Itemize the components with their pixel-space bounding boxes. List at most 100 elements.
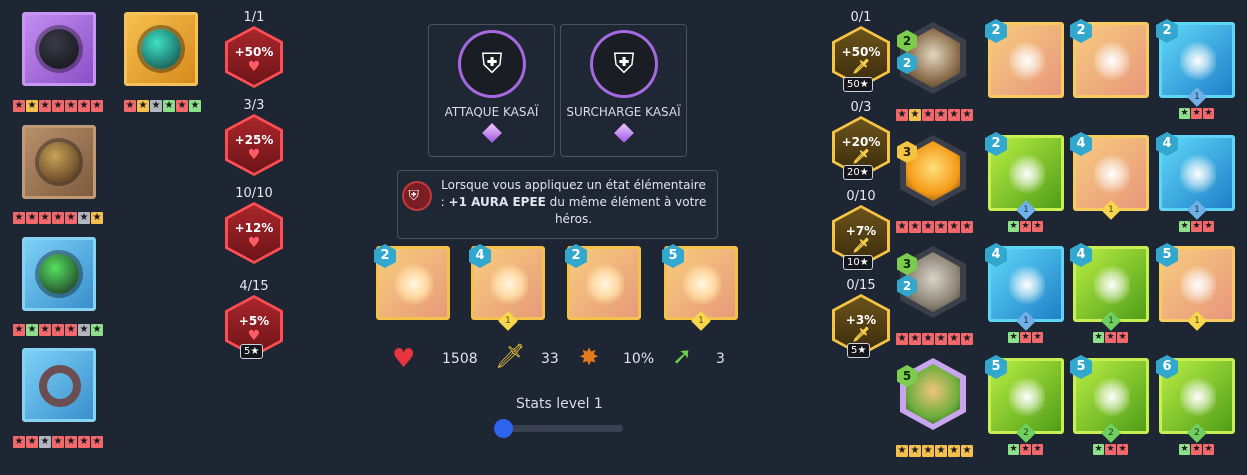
crit-burst-icon: ✸ — [579, 343, 600, 371]
star-icon: ★ — [39, 436, 51, 448]
star-icon: ★ — [1191, 108, 1202, 119]
spell-surcharge-kasai[interactable]: ⛨ SURCHARGE KASAÏ — [560, 24, 687, 157]
kasai-attack-emblem-icon: ⛨ — [461, 33, 523, 95]
star-icon: ★ — [1032, 332, 1043, 343]
attack-bonus-value: +3% — [845, 313, 877, 327]
gem-level-badge: 1 — [1101, 200, 1121, 220]
sword-icon: 🗡 — [495, 342, 526, 370]
gem-level-badge: 1 — [1016, 311, 1036, 331]
star-icon: ★ — [1191, 221, 1202, 232]
attack-bonus-value: +50% — [841, 45, 881, 59]
star-requirement-tag: 5★ — [847, 343, 871, 358]
heart-icon: ♥ — [392, 344, 416, 374]
stat-range: 3 — [716, 351, 725, 367]
hp-bonus-value: +5% — [238, 314, 270, 328]
range-arrow-icon: ➚ — [672, 342, 693, 370]
star-icon: ★ — [124, 100, 136, 112]
gem-level-badge: 1 — [1187, 87, 1207, 107]
passive-description: ⛨ Lorsque vous appliquez un état élément… — [397, 170, 718, 239]
star-icon: ★ — [1020, 332, 1031, 343]
star-icon: ★ — [39, 324, 51, 336]
star-icon: ★ — [78, 436, 90, 448]
stats-level-label: Stats level 1 — [516, 396, 603, 412]
star-icon: ★ — [896, 109, 908, 121]
star-icon: ★ — [39, 100, 51, 112]
dark-ring-icon — [39, 29, 79, 69]
star-icon: ★ — [948, 109, 960, 121]
card-mini-stars: ★ ★ ★ — [1008, 444, 1043, 455]
card-mini-stars: ★ ★ ★ — [1008, 221, 1043, 232]
star-icon: ★ — [137, 100, 149, 112]
card-mini-stars: ★ ★ ★ — [1179, 108, 1214, 119]
companion-stars: ★ ★ ★ ★ ★ ★ — [896, 333, 973, 345]
attack-bonus-value: +7% — [845, 224, 877, 238]
star-icon: ★ — [922, 221, 934, 233]
star-icon: ★ — [935, 445, 947, 457]
star-icon: ★ — [91, 324, 103, 336]
stats-level-slider-thumb[interactable] — [494, 419, 513, 438]
gem-level-badge: 1 — [691, 311, 711, 331]
attack-bonus-count: 0/3 — [850, 100, 872, 115]
star-icon: ★ — [922, 109, 934, 121]
star-icon: ★ — [52, 212, 64, 224]
item-slot-1[interactable] — [22, 12, 96, 86]
description-bold: +1 AURA EPEE — [448, 195, 546, 209]
attack-bonus-count: 0/1 — [850, 10, 872, 25]
purple-crystal-icon — [482, 123, 502, 143]
star-icon: ★ — [1203, 108, 1214, 119]
star-icon: ★ — [91, 100, 103, 112]
star-icon: ★ — [1020, 221, 1031, 232]
star-icon: ★ — [13, 436, 25, 448]
companion-stars: ★ ★ ★ ★ ★ ★ — [896, 445, 973, 457]
gem-level-badge: 2 — [1101, 423, 1121, 443]
star-icon: ★ — [1008, 444, 1019, 455]
attack-bonus-count: 0/10 — [846, 189, 876, 204]
star-icon: ★ — [1020, 444, 1031, 455]
hp-bonus-1: 1/1 +50% ♥ — [222, 10, 286, 88]
star-icon: ★ — [1008, 221, 1019, 232]
sword-icon: 🗡 — [852, 238, 870, 254]
description-line1: Lorsque vous appliquez un état élémentai… — [441, 178, 706, 192]
star-icon: ★ — [26, 212, 38, 224]
star-icon: ★ — [39, 212, 51, 224]
star-icon: ★ — [961, 333, 973, 345]
star-icon: ★ — [78, 212, 90, 224]
star-icon: ★ — [1203, 221, 1214, 232]
passive-emblem-icon: ⛨ — [404, 183, 430, 209]
gem-level-badge: 1 — [1101, 311, 1121, 331]
gem-level-badge: 1 — [1187, 200, 1207, 220]
star-icon: ★ — [1032, 444, 1043, 455]
star-icon: ★ — [13, 324, 25, 336]
star-icon: ★ — [1203, 444, 1214, 455]
spell-attaque-kasai[interactable]: ⛨ ATTAQUE KASAÏ — [428, 24, 555, 157]
gem-level-badge: 1 — [498, 311, 518, 331]
item-slot-5[interactable] — [22, 348, 96, 422]
star-icon: ★ — [176, 100, 188, 112]
star-icon: ★ — [1093, 332, 1104, 343]
item-stars-2: ★ ★ ★ ★ ★ ★ — [124, 100, 201, 112]
star-icon: ★ — [91, 212, 103, 224]
item-slot-4[interactable] — [22, 237, 96, 311]
hp-bonus-value: +12% — [234, 221, 274, 235]
heart-icon: ♥ — [247, 235, 261, 251]
star-icon: ★ — [909, 333, 921, 345]
item-slot-3[interactable] — [22, 125, 96, 199]
star-icon: ★ — [26, 436, 38, 448]
item-stars-5: ★ ★ ★ ★ ★ ★ ★ — [13, 436, 103, 448]
star-icon: ★ — [1179, 221, 1190, 232]
item-slot-2[interactable] — [124, 12, 198, 86]
star-icon: ★ — [1032, 221, 1043, 232]
star-requirement-tag: 20★ — [843, 165, 873, 180]
stats-level-slider-track[interactable] — [502, 425, 623, 432]
star-icon: ★ — [896, 221, 908, 233]
green-gem-ring-icon — [39, 254, 79, 294]
hp-bonus-value: +25% — [234, 133, 274, 147]
star-icon: ★ — [922, 445, 934, 457]
item-stars-4: ★ ★ ★ ★ ★ ★ ★ — [13, 324, 103, 336]
star-icon: ★ — [909, 109, 921, 121]
star-icon: ★ — [1179, 108, 1190, 119]
stat-hp: 1508 — [442, 351, 478, 367]
star-icon: ★ — [935, 109, 947, 121]
sword-icon: 🗡 — [852, 327, 870, 343]
sword-icon: 🗡 — [852, 59, 870, 75]
